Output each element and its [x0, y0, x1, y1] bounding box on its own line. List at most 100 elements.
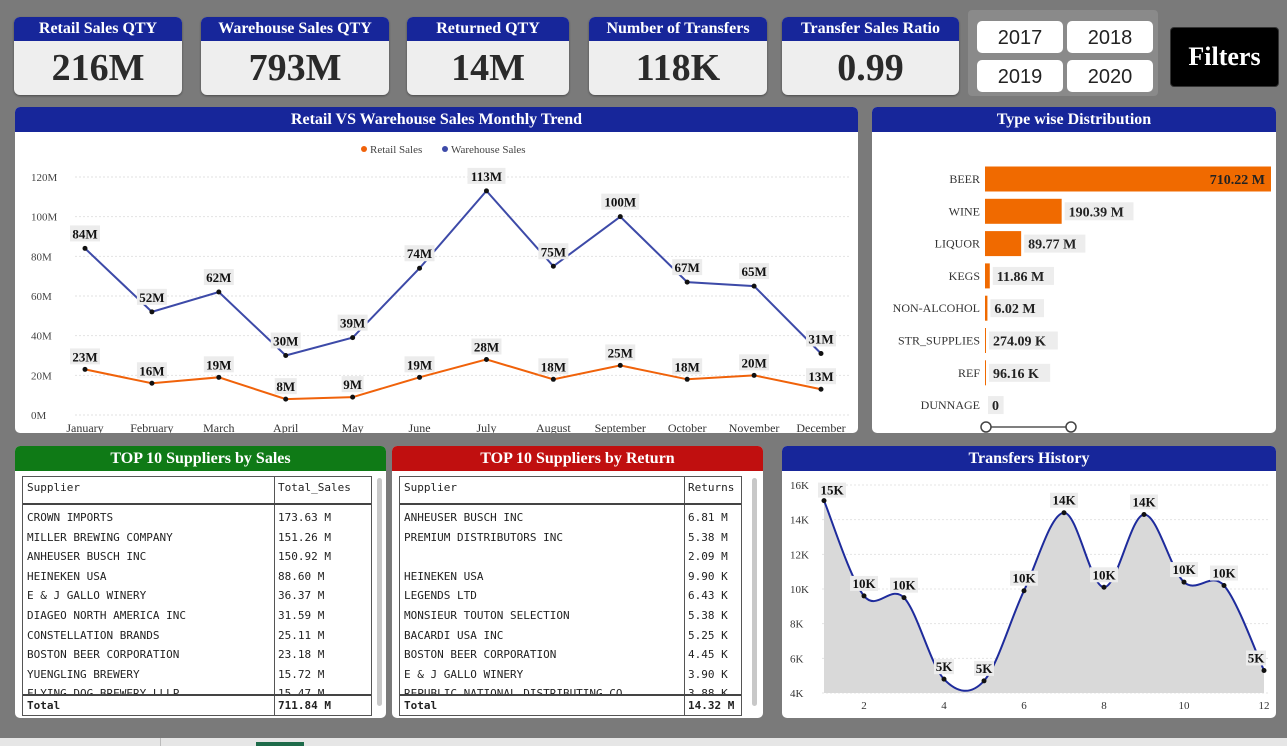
- supplier-cell: BOSTON BEER CORPORATION: [404, 648, 557, 662]
- column-header[interactable]: Returns: [688, 477, 734, 499]
- column-header[interactable]: Supplier: [404, 477, 457, 499]
- transfers-data-label: 5K: [936, 659, 954, 674]
- type-category-label: LIQUOR: [935, 237, 980, 251]
- table-row[interactable]: HEINEKEN USA 88.60 M: [23, 567, 371, 586]
- active-page-tab[interactable]: [256, 742, 304, 746]
- column-header[interactable]: Supplier: [27, 477, 80, 499]
- kpi-value: 216M: [51, 47, 145, 89]
- table-row[interactable]: CROWN IMPORTS 173.63 M: [23, 508, 371, 527]
- warehouse-point: [216, 289, 222, 295]
- year-button-2017[interactable]: 2017: [977, 21, 1063, 53]
- type-bar[interactable]: [985, 360, 986, 386]
- transfers-data-label: 10K: [1172, 562, 1196, 577]
- type-category-label: BEER: [949, 172, 980, 186]
- x-tick-label: August: [536, 421, 571, 433]
- table-row[interactable]: MONSIEUR TOUTON SELECTION 5.38 K: [400, 606, 741, 625]
- transfers-data-label: 10K: [1012, 571, 1036, 586]
- type-category-label: NON-ALCOHOL: [893, 301, 980, 315]
- table-row[interactable]: YUENGLING BREWERY 15.72 M: [23, 665, 371, 684]
- monthly-trend-chart: Retail Sales Warehouse Sales 0M 20M 40M 60M 80…: [31, 144, 850, 433]
- supplier-cell: MONSIEUR TOUTON SELECTION: [404, 609, 570, 622]
- type-bar[interactable]: [985, 263, 990, 289]
- table-row[interactable]: LEGENDS LTD 6.43 K: [400, 586, 741, 605]
- warehouse-data-label: 74M: [407, 246, 432, 261]
- retail-data-label: 18M: [675, 359, 700, 374]
- x-tick-label: October: [668, 421, 707, 433]
- table-row[interactable]: PREMIUM DISTRIBUTORS INC 5.38 M: [400, 528, 741, 547]
- value-cell: 2.09 M: [688, 550, 728, 564]
- kpi-label: Retail Sales QTY: [14, 17, 182, 41]
- supplier-cell: LEGENDS LTD: [404, 589, 477, 603]
- y-tick-label: 0M: [31, 410, 47, 422]
- table-row[interactable]: E & J GALLO WINERY 36.37 M: [23, 586, 371, 605]
- chart-legend: Retail Sales Warehouse Sales: [361, 144, 526, 156]
- range-slider-handle-start[interactable]: [980, 421, 992, 433]
- supplier-cell: MILLER BREWING COMPANY: [27, 530, 173, 544]
- table-row[interactable]: 2.09 M: [400, 547, 741, 566]
- warehouse-data-label: 75M: [541, 244, 566, 259]
- column-header[interactable]: Total_Sales: [278, 477, 351, 499]
- value-cell: 6.81 M: [688, 511, 728, 524]
- transfers-data-label: 15K: [820, 483, 844, 498]
- return-table-scrollbar[interactable]: [752, 478, 757, 706]
- retail-data-label: 20M: [741, 355, 766, 370]
- value-cell: 4.45 K: [688, 648, 728, 662]
- range-slider-handle-end[interactable]: [1065, 421, 1077, 433]
- warehouse-point: [149, 309, 155, 315]
- type-data-label: 89.77 M: [1028, 238, 1076, 253]
- total-value: 711.84 M: [278, 699, 331, 712]
- retail-point: [550, 376, 556, 382]
- kpi-warehouse-sales: Warehouse Sales QTY 793M: [201, 17, 389, 95]
- table-row[interactable]: BACARDI USA INC 5.25 K: [400, 626, 741, 645]
- transfers-data-label: 10K: [852, 576, 876, 591]
- table-row[interactable]: DIAGEO NORTH AMERICA INC 31.59 M: [23, 606, 371, 625]
- warehouse-point: [483, 188, 489, 194]
- year-button-2020[interactable]: 2020: [1067, 60, 1153, 92]
- value-cell: 15.72 M: [278, 667, 325, 681]
- type-bar[interactable]: [985, 231, 1022, 257]
- table-row[interactable]: ANHEUSER BUSCH INC 150.92 M: [23, 547, 371, 566]
- total-label: Total: [27, 699, 61, 712]
- year-button-2019[interactable]: 2019: [977, 60, 1063, 92]
- table-total-row: Total 14.32 M: [400, 694, 741, 715]
- year-slicer: 2017 2018 2019 2020: [968, 10, 1158, 96]
- monthly-trend-panel: Retail VS Warehouse Sales Monthly Trend …: [15, 107, 858, 433]
- supplier-cell: BOSTON BEER CORPORATION: [27, 648, 180, 662]
- y-tick-label: 60M: [31, 291, 52, 303]
- transfers-history-chart: 4K 6K 8K 10K 12K 14K 16K 2 4 6 8 10 12 15K 10K 10K 5K 5K 1…: [790, 480, 1270, 712]
- warehouse-data-label: 52M: [139, 290, 164, 305]
- transfers-data-label: 10K: [1092, 567, 1116, 582]
- retail-data-label: 9M: [343, 377, 362, 392]
- legend-marker-warehouse: [442, 146, 448, 152]
- type-category-label: WINE: [949, 204, 980, 218]
- x-tick-label: 2: [861, 700, 867, 712]
- type-distribution-chart: BEER 710.22 M WINE 190.39 M LIQUOR 89.77 M KEG…: [893, 166, 1271, 433]
- year-button-2018[interactable]: 2018: [1067, 21, 1153, 53]
- type-bar[interactable]: [985, 328, 986, 353]
- sales-table-scrollbar[interactable]: [377, 478, 382, 706]
- transfers-point: [821, 498, 827, 504]
- table-row[interactable]: HEINEKEN USA 9.90 K: [400, 567, 741, 586]
- table-row[interactable]: ANHEUSER BUSCH INC 6.81 M: [400, 508, 741, 527]
- transfers-point: [861, 593, 867, 599]
- y-tick-label: 40M: [31, 331, 52, 343]
- table-row[interactable]: MILLER BREWING COMPANY 151.26 M: [23, 528, 371, 547]
- x-tick-label: November: [729, 421, 780, 433]
- type-data-label: 11.86 M: [997, 270, 1044, 285]
- table-row[interactable]: BOSTON BEER CORPORATION 23.18 M: [23, 645, 371, 664]
- value-cell: 173.63 M: [278, 511, 331, 524]
- x-tick-label: 10: [1179, 700, 1191, 712]
- y-tick-label: 14K: [790, 515, 809, 527]
- filters-button[interactable]: Filters: [1170, 27, 1279, 87]
- type-bar[interactable]: [985, 295, 988, 321]
- transfers-data-label: 5K: [1248, 650, 1266, 665]
- table-row[interactable]: BOSTON BEER CORPORATION 4.45 K: [400, 645, 741, 664]
- supplier-cell: PREMIUM DISTRIBUTORS INC: [404, 530, 563, 544]
- table-row[interactable]: E & J GALLO WINERY 3.90 K: [400, 665, 741, 684]
- retail-data-label: 18M: [541, 359, 566, 374]
- table-row[interactable]: CONSTELLATION BRANDS 25.11 M: [23, 626, 371, 645]
- tab-divider: [160, 738, 161, 746]
- type-bar[interactable]: [985, 198, 1062, 224]
- y-tick-label: 120M: [31, 172, 58, 184]
- kpi-value: 14M: [451, 47, 525, 89]
